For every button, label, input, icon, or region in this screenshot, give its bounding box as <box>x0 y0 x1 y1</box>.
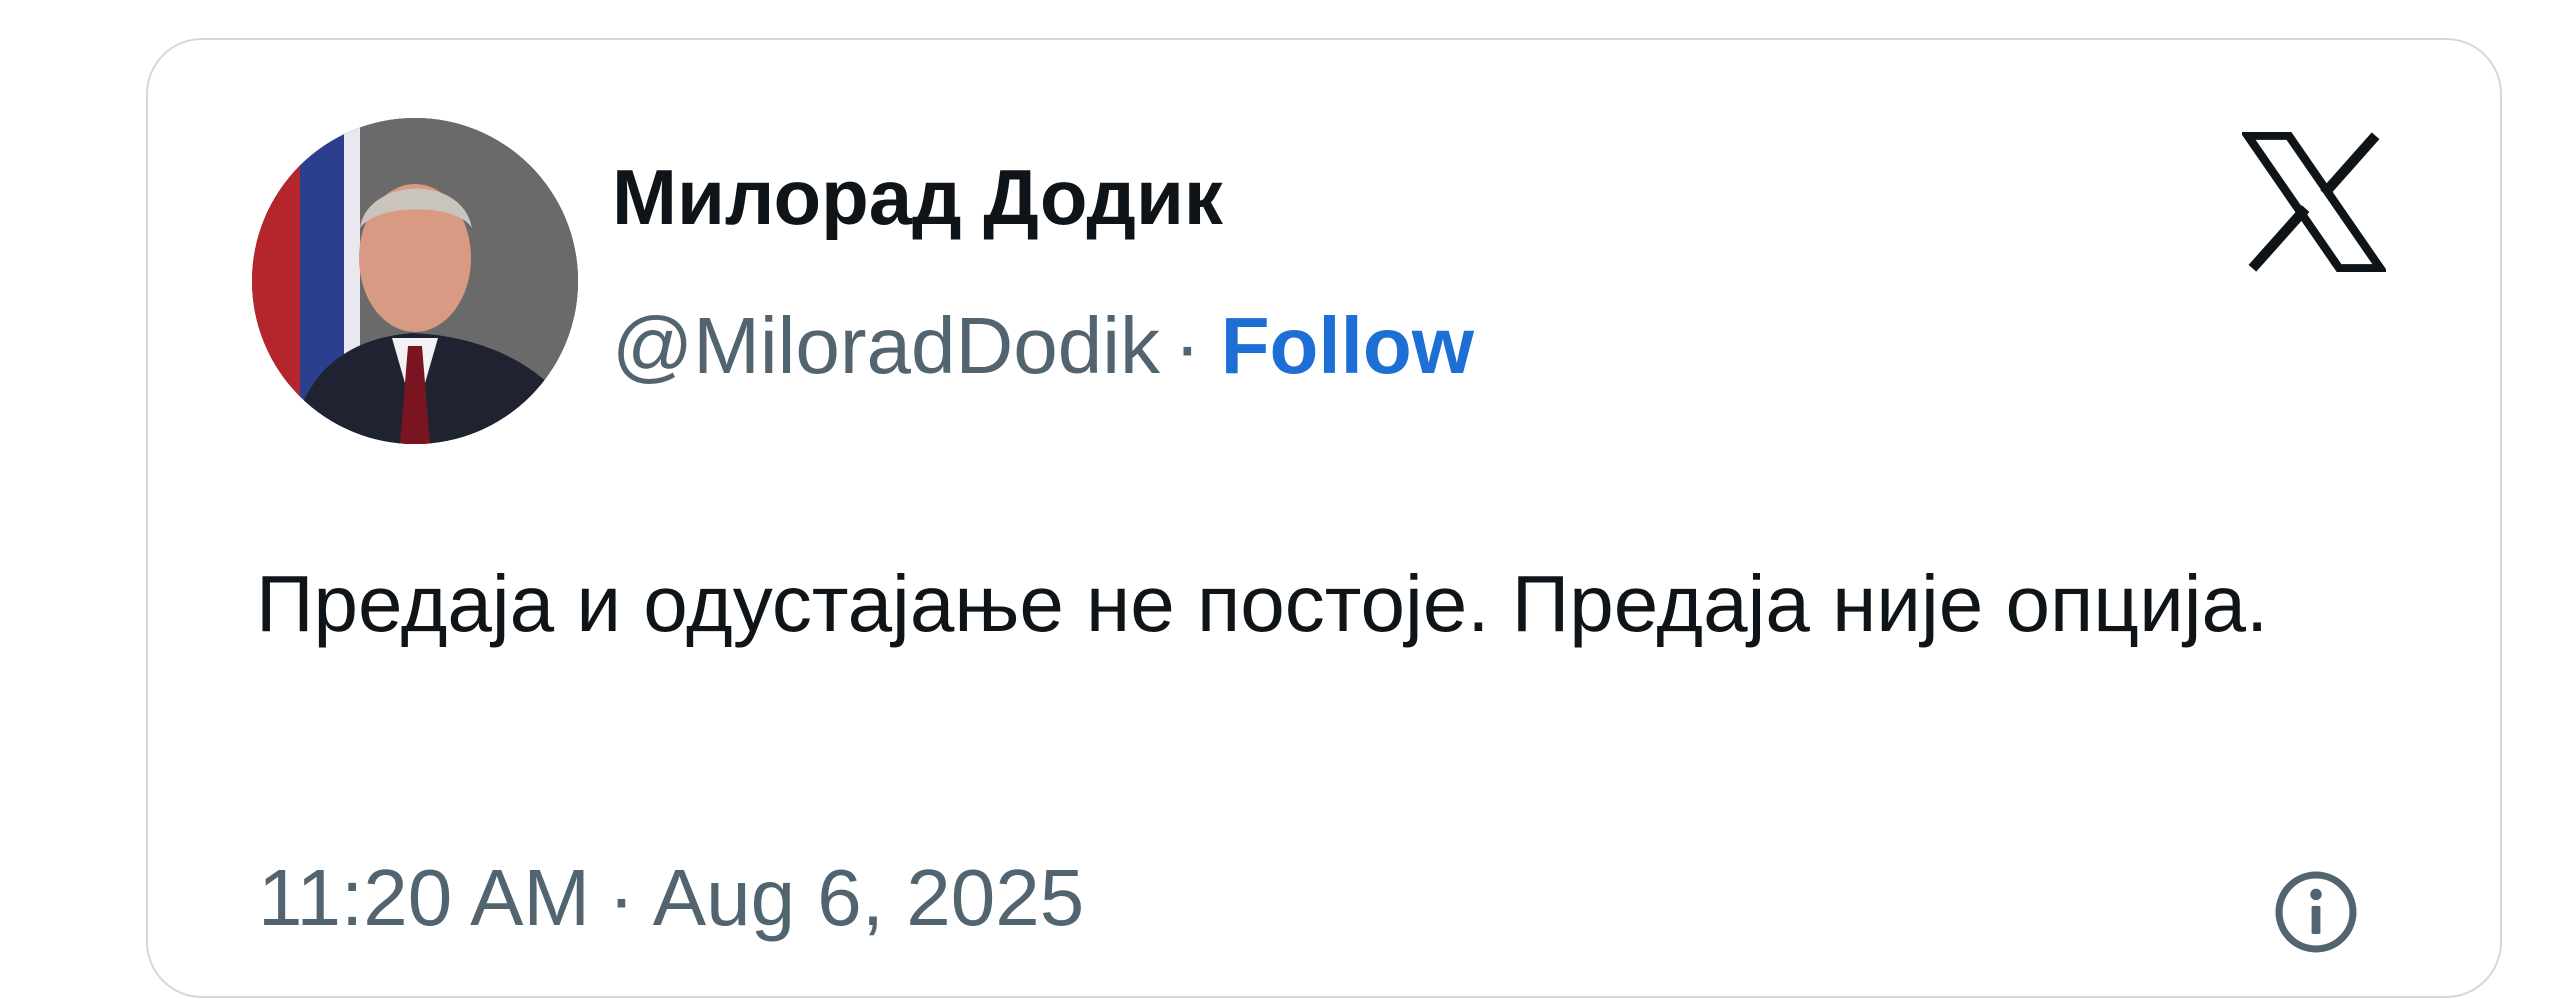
tweet-timestamp[interactable]: 11:20 AM · Aug 6, 2025 <box>258 858 1084 938</box>
info-icon[interactable] <box>2272 868 2360 956</box>
tweet-text: Предаја и одустајање не постоје. Предаја… <box>256 559 2269 648</box>
follow-button[interactable]: Follow <box>1221 301 1474 390</box>
display-name[interactable]: Милорад Додик <box>612 158 1223 236</box>
avatar-photo <box>252 118 578 444</box>
user-handle[interactable]: @MiloradDodik <box>612 301 1160 390</box>
separator-dot: · <box>608 853 635 942</box>
tweet-time: 11:20 AM <box>258 853 591 942</box>
handle-row: @MiloradDodik · Follow <box>612 306 1474 386</box>
tweet-date: Aug 6, 2025 <box>652 853 1085 942</box>
avatar[interactable] <box>252 118 578 444</box>
x-logo-icon[interactable] <box>2242 132 2386 272</box>
separator-dot: · <box>1174 301 1201 390</box>
